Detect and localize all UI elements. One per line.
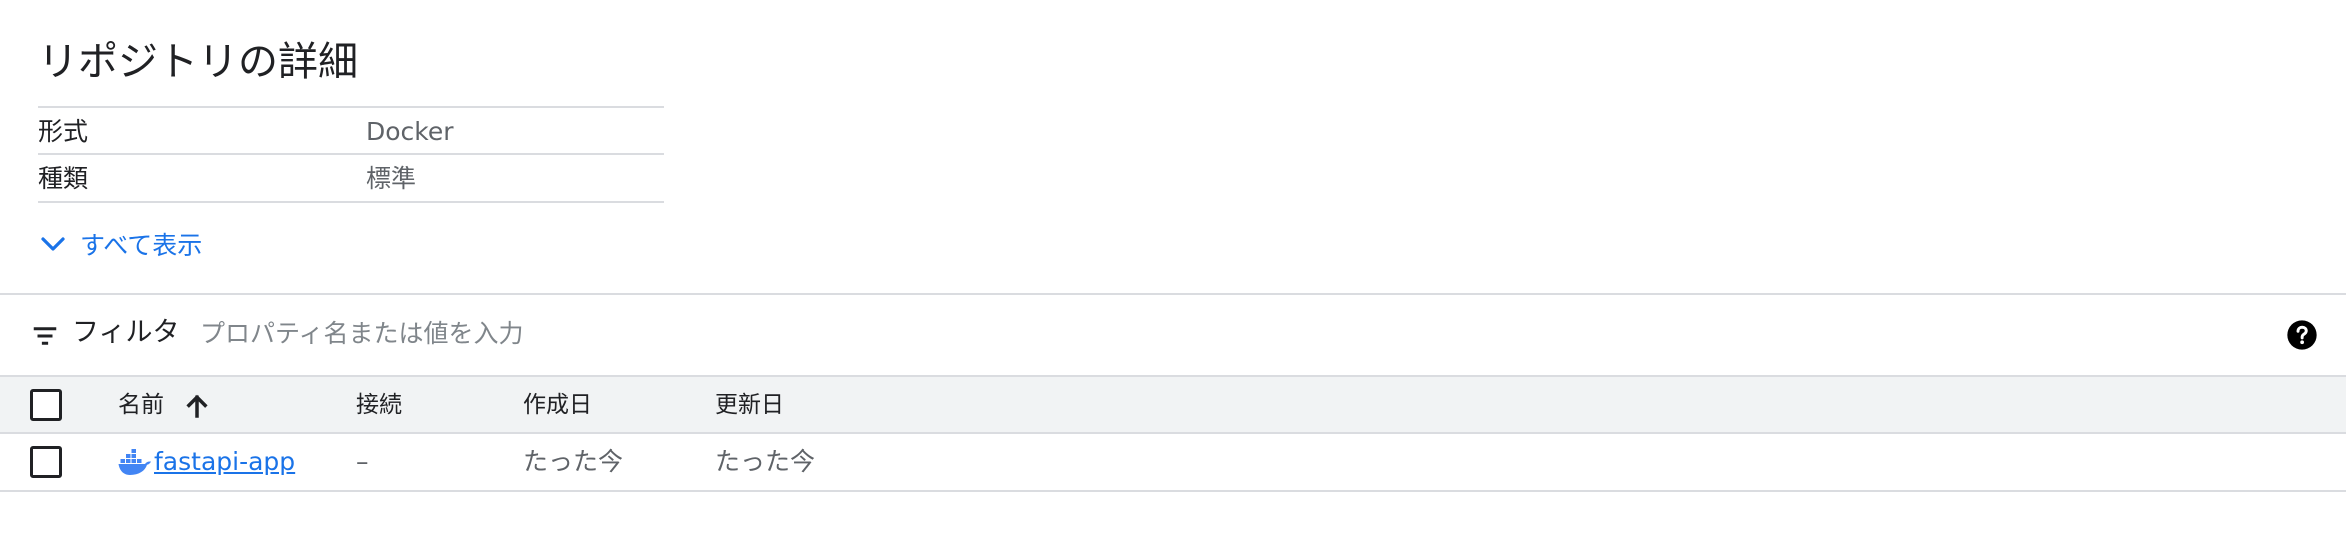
select-all-checkbox[interactable] [30, 389, 62, 421]
repository-name-link[interactable]: fastapi-app [154, 446, 295, 478]
filter-input[interactable] [200, 313, 2000, 353]
column-header-name[interactable]: 名前 [118, 390, 164, 420]
column-header-created: 作成日 [523, 392, 592, 418]
show-all-label: すべて表示 [80, 231, 203, 260]
detail-value: 標準 [366, 164, 417, 193]
docker-icon [118, 449, 151, 475]
cell-created: たった今 [523, 447, 624, 476]
show-all-button[interactable]: すべて表示 [38, 226, 202, 262]
help-icon[interactable] [2286, 319, 2318, 351]
filter-label: フィルタ [72, 317, 180, 348]
filter-icon[interactable] [30, 321, 60, 351]
detail-key: 種類 [38, 164, 89, 193]
details-title: リポジトリの詳細 [38, 39, 358, 85]
detail-key: 形式 [38, 117, 89, 146]
detail-row-type: 種類 標準 [38, 153, 664, 203]
table-row: fastapi-app – たった今 たった今 [0, 434, 2346, 492]
cell-connection: – [356, 447, 369, 476]
filter-bar: フィルタ [0, 295, 2346, 375]
column-header-updated: 更新日 [715, 392, 784, 418]
row-checkbox[interactable] [30, 446, 62, 478]
chevron-down-icon [41, 237, 65, 251]
arrow-up-icon[interactable] [182, 391, 212, 421]
table-header: 名前 接続 作成日 更新日 [0, 375, 2346, 434]
cell-updated: たった今 [715, 447, 816, 476]
detail-value: Docker [366, 117, 454, 146]
detail-row-format: 形式 Docker [38, 106, 664, 152]
column-header-connection: 接続 [356, 392, 402, 418]
